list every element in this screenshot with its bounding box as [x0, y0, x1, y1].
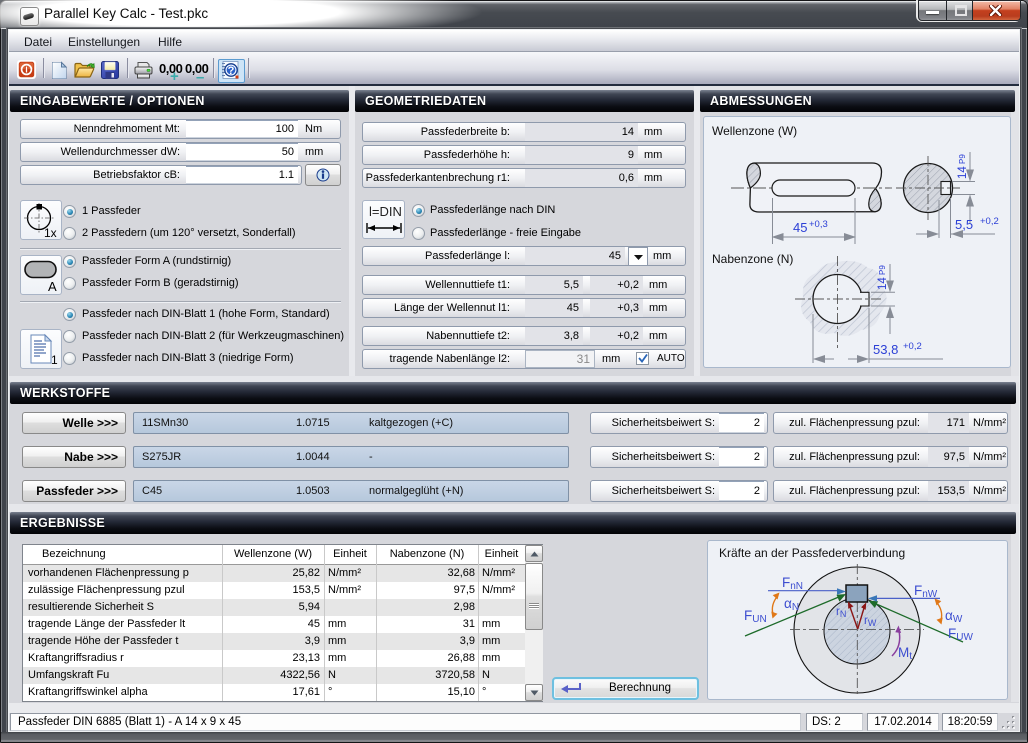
- svg-text:14: 14: [877, 277, 889, 290]
- svg-text:FnW: FnW: [914, 583, 938, 600]
- svg-text:+0,3: +0,3: [809, 219, 828, 230]
- svg-text:P9: P9: [878, 265, 887, 275]
- svg-text:5,5: 5,5: [955, 217, 973, 232]
- svg-text:FnN: FnN: [782, 575, 803, 592]
- svg-text:+0,2: +0,2: [903, 341, 922, 352]
- svg-text:FUW: FUW: [948, 626, 973, 643]
- svg-text:P9: P9: [958, 154, 967, 164]
- svg-text:αW: αW: [945, 608, 963, 625]
- svg-text:14: 14: [957, 166, 969, 179]
- svg-text:53,8: 53,8: [873, 342, 898, 357]
- svg-text:45: 45: [793, 220, 807, 235]
- svg-text:Nabenzone (N): Nabenzone (N): [712, 252, 793, 266]
- svg-text:FUN: FUN: [744, 608, 767, 625]
- svg-text:?: ?: [228, 65, 235, 77]
- svg-text:αN: αN: [784, 596, 799, 613]
- svg-text:Wellenzone (W): Wellenzone (W): [712, 124, 797, 138]
- svg-text:+0,2: +0,2: [980, 216, 999, 227]
- svg-text:Kräfte an der Passfederverbind: Kräfte an der Passfederverbindung: [719, 546, 905, 560]
